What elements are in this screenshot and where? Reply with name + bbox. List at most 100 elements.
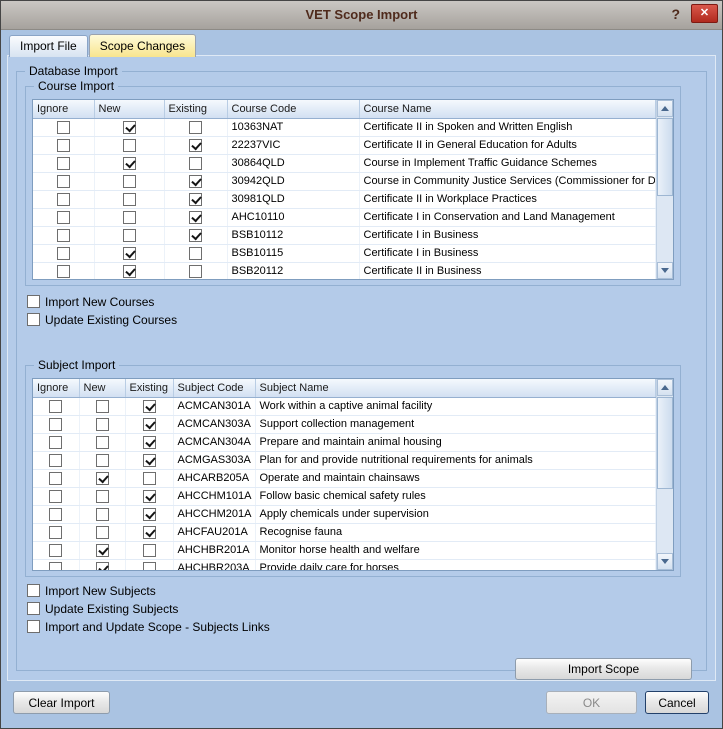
existing-checkbox[interactable] [189, 265, 202, 278]
checkbox-icon[interactable] [27, 602, 40, 615]
course-table-scrollbar[interactable] [656, 100, 673, 279]
existing-checkbox[interactable] [189, 193, 202, 206]
table-row: ACMCAN304APrepare and maintain animal ho… [33, 433, 656, 451]
option-label: Import and Update Scope - Subjects Links [45, 620, 270, 634]
scroll-down-icon[interactable] [657, 262, 673, 279]
checkbox-icon[interactable] [27, 584, 40, 597]
new-checkbox[interactable] [96, 544, 109, 557]
existing-checkbox[interactable] [143, 436, 156, 449]
new-checkbox[interactable] [96, 490, 109, 503]
ignore-checkbox[interactable] [57, 193, 70, 206]
import-update-scope-links-checkbox[interactable]: Import and Update Scope - Subjects Links [27, 619, 700, 634]
existing-checkbox[interactable] [143, 562, 156, 572]
existing-cell [125, 505, 173, 523]
new-checkbox[interactable] [96, 526, 109, 539]
new-checkbox[interactable] [123, 157, 136, 170]
ignore-checkbox[interactable] [57, 229, 70, 242]
new-checkbox[interactable] [96, 418, 109, 431]
import-new-courses-checkbox[interactable]: Import New Courses [27, 294, 700, 309]
ignore-checkbox[interactable] [49, 472, 62, 485]
cancel-button[interactable]: Cancel [645, 691, 709, 714]
existing-checkbox[interactable] [143, 454, 156, 467]
existing-checkbox[interactable] [189, 247, 202, 260]
import-new-subjects-checkbox[interactable]: Import New Subjects [27, 583, 700, 598]
new-cell [79, 523, 125, 541]
ignore-checkbox[interactable] [49, 490, 62, 503]
ignore-checkbox[interactable] [57, 121, 70, 134]
name-cell: Certificate I in Business [359, 226, 656, 244]
existing-checkbox[interactable] [189, 229, 202, 242]
new-checkbox[interactable] [96, 508, 109, 521]
close-icon[interactable]: ✕ [691, 4, 718, 23]
existing-checkbox[interactable] [189, 121, 202, 134]
checkbox-icon[interactable] [27, 620, 40, 633]
ignore-checkbox[interactable] [49, 526, 62, 539]
ignore-checkbox[interactable] [49, 454, 62, 467]
update-existing-courses-checkbox[interactable]: Update Existing Courses [27, 312, 700, 327]
existing-checkbox[interactable] [143, 490, 156, 503]
option-label: Update Existing Courses [45, 313, 177, 327]
ignore-checkbox[interactable] [49, 508, 62, 521]
ignore-checkbox[interactable] [57, 211, 70, 224]
name-cell: Course in Implement Traffic Guidance Sch… [359, 154, 656, 172]
update-existing-subjects-checkbox[interactable]: Update Existing Subjects [27, 601, 700, 616]
table-row: ACMCAN301AWork within a captive animal f… [33, 397, 656, 415]
existing-checkbox[interactable] [143, 544, 156, 557]
import-scope-button[interactable]: Import Scope [515, 658, 692, 680]
existing-checkbox[interactable] [143, 508, 156, 521]
tab-import-file[interactable]: Import File [9, 35, 88, 57]
subject-table-scrollbar[interactable] [656, 379, 673, 570]
new-checkbox[interactable] [123, 193, 136, 206]
table-row: AHCARB205AOperate and maintain chainsaws [33, 469, 656, 487]
checkbox-icon[interactable] [27, 295, 40, 308]
clear-import-button[interactable]: Clear Import [13, 691, 110, 714]
new-checkbox[interactable] [96, 436, 109, 449]
existing-checkbox[interactable] [189, 157, 202, 170]
existing-checkbox[interactable] [143, 418, 156, 431]
new-checkbox[interactable] [123, 211, 136, 224]
new-checkbox[interactable] [96, 472, 109, 485]
col-subject-name: Subject Name [255, 379, 656, 397]
tab-scope-changes[interactable]: Scope Changes [89, 34, 196, 57]
checkbox-icon[interactable] [27, 313, 40, 326]
existing-checkbox[interactable] [189, 175, 202, 188]
ignore-checkbox[interactable] [57, 247, 70, 260]
ok-button: OK [546, 691, 637, 714]
ignore-checkbox[interactable] [49, 562, 62, 572]
code-cell: AHCHBR203A [173, 559, 255, 571]
new-checkbox[interactable] [96, 400, 109, 413]
ignore-checkbox[interactable] [57, 139, 70, 152]
ignore-checkbox[interactable] [57, 157, 70, 170]
scrollbar-thumb[interactable] [657, 118, 673, 196]
scrollbar-thumb[interactable] [657, 397, 673, 489]
new-checkbox[interactable] [123, 265, 136, 278]
ignore-checkbox[interactable] [49, 418, 62, 431]
new-cell [79, 451, 125, 469]
col-ignore: Ignore [33, 379, 79, 397]
existing-checkbox[interactable] [143, 400, 156, 413]
ignore-cell [33, 154, 94, 172]
scroll-up-icon[interactable] [657, 100, 673, 117]
new-checkbox[interactable] [123, 175, 136, 188]
new-checkbox[interactable] [123, 229, 136, 242]
existing-checkbox[interactable] [143, 472, 156, 485]
ignore-checkbox[interactable] [57, 175, 70, 188]
ignore-cell [33, 451, 79, 469]
new-checkbox[interactable] [96, 454, 109, 467]
new-checkbox[interactable] [96, 562, 109, 572]
existing-checkbox[interactable] [189, 211, 202, 224]
new-checkbox[interactable] [123, 247, 136, 260]
existing-checkbox[interactable] [189, 139, 202, 152]
scroll-up-icon[interactable] [657, 379, 673, 396]
ignore-checkbox[interactable] [49, 400, 62, 413]
code-cell: ACMCAN304A [173, 433, 255, 451]
help-icon[interactable]: ? [671, 6, 680, 22]
scroll-down-icon[interactable] [657, 553, 673, 570]
new-checkbox[interactable] [123, 121, 136, 134]
ignore-checkbox[interactable] [49, 544, 62, 557]
existing-checkbox[interactable] [143, 526, 156, 539]
new-checkbox[interactable] [123, 139, 136, 152]
ignore-checkbox[interactable] [49, 436, 62, 449]
existing-cell [164, 190, 227, 208]
ignore-checkbox[interactable] [57, 265, 70, 278]
